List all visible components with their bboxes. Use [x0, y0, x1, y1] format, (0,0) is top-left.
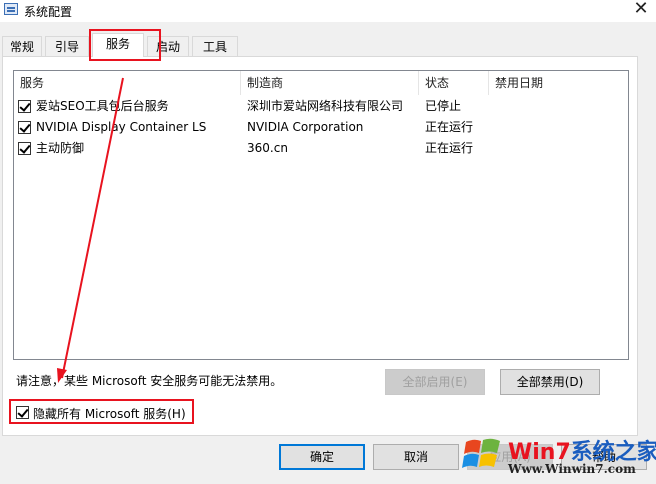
service-manufacturer: NVIDIA Corporation: [247, 120, 364, 134]
close-icon[interactable]: ✕: [626, 0, 656, 20]
service-name: NVIDIA Display Container LS: [36, 120, 207, 134]
table-row[interactable]: NVIDIA Display Container LS NVIDIA Corpo…: [14, 117, 628, 138]
column-header-status[interactable]: 状态: [419, 71, 489, 95]
title-bar: 系统配置 ✕: [0, 0, 656, 22]
windows-flag-icon: [462, 438, 500, 468]
table-row[interactable]: 爱站SEO工具包后台服务 深圳市爱站网络科技有限公司 已停止: [14, 96, 628, 117]
enable-all-button[interactable]: 全部启用(E): [385, 369, 485, 395]
table-row[interactable]: 主动防御 360.cn 正在运行: [14, 138, 628, 159]
column-header-manufacturer[interactable]: 制造商: [241, 71, 419, 95]
service-status: 正在运行: [425, 120, 474, 134]
service-status: 正在运行: [425, 141, 474, 155]
services-list[interactable]: 服务 制造商 状态 禁用日期 爱站SEO工具包后台服务 深圳市爱站网络科技有限公…: [13, 70, 629, 360]
disable-all-button[interactable]: 全部禁用(D): [500, 369, 600, 395]
tab-general[interactable]: 常规: [2, 36, 42, 56]
msconfig-app-icon: [4, 3, 18, 15]
cancel-button[interactable]: 取消: [373, 444, 459, 470]
site-watermark: Win7系统之家 Www.Winwin7.com: [460, 432, 656, 484]
service-manufacturer: 360.cn: [247, 141, 288, 155]
service-name: 爱站SEO工具包后台服务: [36, 99, 169, 113]
annotation-box-hide-ms: [9, 399, 194, 424]
column-header-disabled-date[interactable]: 禁用日期: [489, 71, 628, 95]
watermark-url: Www.Winwin7.com: [508, 462, 636, 476]
service-name: 主动防御: [36, 141, 85, 155]
tab-tools[interactable]: 工具: [192, 36, 238, 56]
service-manufacturer: 深圳市爱站网络科技有限公司: [247, 99, 404, 113]
window-title: 系统配置: [24, 5, 73, 19]
tab-services[interactable]: 服务: [92, 33, 144, 57]
service-status: 已停止: [425, 99, 462, 113]
ok-button[interactable]: 确定: [279, 444, 365, 470]
security-note: 请注意，某些 Microsoft 安全服务可能无法禁用。: [16, 374, 283, 388]
column-header-service[interactable]: 服务: [14, 71, 241, 95]
service-checkbox[interactable]: [18, 100, 31, 113]
service-checkbox[interactable]: [18, 121, 31, 134]
tab-boot[interactable]: 引导: [45, 36, 89, 56]
list-header: 服务 制造商 状态 禁用日期: [14, 71, 628, 95]
service-checkbox[interactable]: [18, 142, 31, 155]
